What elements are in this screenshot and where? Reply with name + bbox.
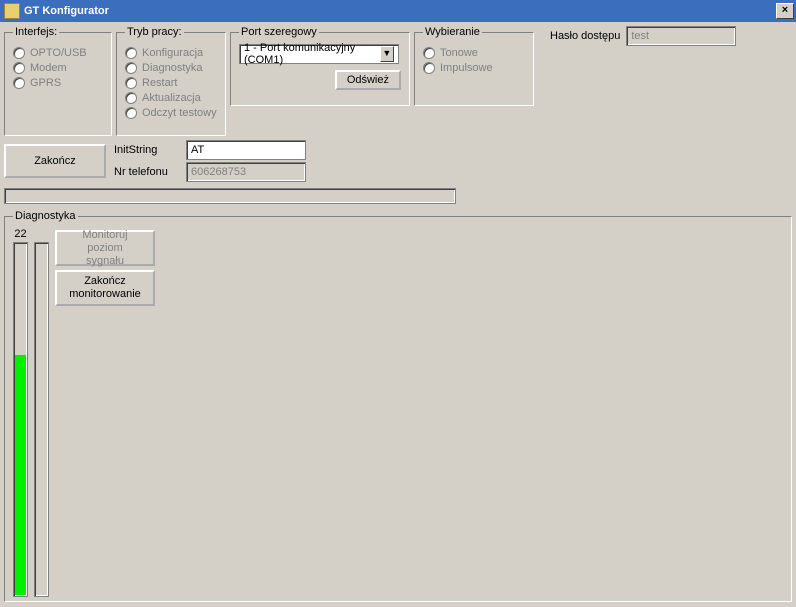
radio-label: Tonowe	[440, 47, 478, 59]
app-icon	[4, 3, 20, 19]
fieldset-wybieranie: Wybieranie Tonowe Impulsowe	[414, 26, 534, 106]
chevron-down-icon: ▼	[380, 46, 394, 62]
legend-port: Port szeregowy	[239, 26, 319, 38]
legend-interfejs: Interfejs:	[13, 26, 59, 38]
radio-label: Impulsowe	[440, 62, 493, 74]
radio-icon	[13, 77, 25, 89]
radio-label: Aktualizacja	[142, 92, 201, 104]
radio-label: Diagnostyka	[142, 62, 203, 74]
radio-tonowe[interactable]: Tonowe	[423, 47, 525, 59]
legend-diag: Diagnostyka	[13, 210, 78, 222]
radio-icon	[125, 77, 137, 89]
progress-bar	[4, 188, 456, 204]
initstring-input[interactable]	[186, 140, 306, 160]
radio-label: GPRS	[30, 77, 61, 89]
radio-label: Restart	[142, 77, 177, 89]
radio-modem[interactable]: Modem	[13, 62, 103, 74]
password-input[interactable]	[626, 26, 736, 46]
telefon-label: Nr telefonu	[114, 166, 182, 178]
radio-icon	[13, 47, 25, 59]
initstring-label: InitString	[114, 144, 182, 156]
radio-icon	[13, 62, 25, 74]
legend-tryb: Tryb pracy:	[125, 26, 184, 38]
radio-icon	[423, 62, 435, 74]
fieldset-tryb: Tryb pracy: Konfiguracja Diagnostyka Res…	[116, 26, 226, 136]
signal-column-2: 0	[34, 228, 49, 597]
monitor-button[interactable]: Monitoruj poziom sygnału	[55, 230, 155, 266]
radio-restart[interactable]: Restart	[125, 77, 217, 89]
signal-column-1: 22	[13, 228, 28, 597]
port-select[interactable]: 1 - Port komunikacyjny (COM1) ▼	[239, 44, 399, 64]
fieldset-port: Port szeregowy 1 - Port komunikacyjny (C…	[230, 26, 410, 106]
password-label: Hasło dostępu	[550, 30, 620, 42]
radio-konfiguracja[interactable]: Konfiguracja	[125, 47, 217, 59]
radio-label: Konfiguracja	[142, 47, 203, 59]
radio-icon	[125, 107, 137, 119]
stop-monitor-button[interactable]: Zakończ monitorowanie	[55, 270, 155, 306]
radio-label: Modem	[30, 62, 67, 74]
radio-icon	[125, 92, 137, 104]
legend-wyb: Wybieranie	[423, 26, 482, 38]
window-title: GT Konfigurator	[24, 5, 776, 17]
telefon-input[interactable]	[186, 162, 306, 182]
radio-aktualizacja[interactable]: Aktualizacja	[125, 92, 217, 104]
signal-value: 22	[14, 228, 26, 240]
content-area: Interfejs: OPTO/USB Modem GPRS Tryb prac…	[0, 22, 796, 607]
fieldset-interfejs: Interfejs: OPTO/USB Modem GPRS	[4, 26, 112, 136]
radio-opto-usb[interactable]: OPTO/USB	[13, 47, 103, 59]
signal-bar-2	[34, 242, 49, 597]
radio-icon	[423, 47, 435, 59]
password-row: Hasło dostępu	[550, 26, 736, 46]
zakoncz-button[interactable]: Zakończ	[4, 144, 106, 178]
titlebar: GT Konfigurator ×	[0, 0, 796, 22]
radio-icon	[125, 62, 137, 74]
radio-gprs[interactable]: GPRS	[13, 77, 103, 89]
close-button[interactable]: ×	[776, 3, 794, 19]
radio-icon	[125, 47, 137, 59]
radio-impulsowe[interactable]: Impulsowe	[423, 62, 525, 74]
signal-bar-1	[13, 242, 28, 597]
refresh-button[interactable]: Odśwież	[335, 70, 401, 90]
radio-label: Odczyt testowy	[142, 107, 217, 119]
radio-label: OPTO/USB	[30, 47, 87, 59]
radio-odczyt[interactable]: Odczyt testowy	[125, 107, 217, 119]
port-select-value: 1 - Port komunikacyjny (COM1)	[244, 42, 380, 66]
fieldset-diagnostyka: Diagnostyka 22 0 Monitoruj poziom sygnał…	[4, 210, 792, 602]
radio-diagnostyka[interactable]: Diagnostyka	[125, 62, 217, 74]
